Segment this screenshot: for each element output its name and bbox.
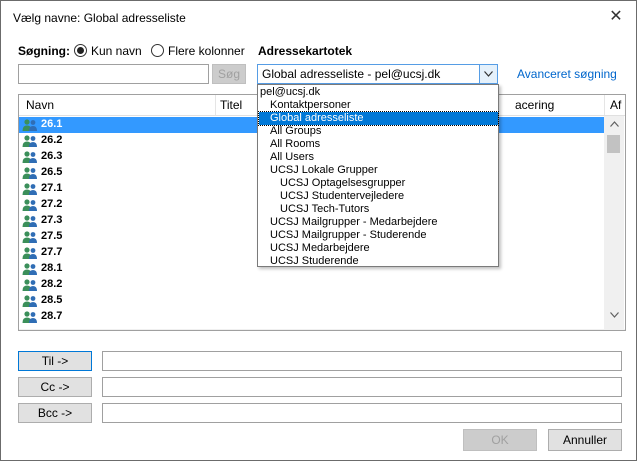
dropdown-item[interactable]: Global adresseliste (258, 111, 499, 126)
list-item-label: 26.2 (41, 134, 63, 146)
title-bar: Vælg navne: Global adresseliste ✕ (1, 1, 636, 35)
chevron-down-icon[interactable] (479, 65, 497, 83)
list-item[interactable]: 28.7 (19, 309, 604, 325)
dropdown-item[interactable]: UCSJ Studerende (259, 255, 498, 268)
radio-more-columns[interactable] (151, 44, 164, 57)
bcc-field[interactable] (102, 403, 622, 423)
dropdown-item[interactable]: UCSJ Mailgrupper - Medarbejdere (259, 216, 498, 229)
list-item-label: 28.7 (41, 310, 63, 322)
dropdown-item[interactable]: UCSJ Studentervejledere (259, 190, 498, 203)
cc-button[interactable]: Cc -> (18, 377, 92, 397)
dropdown-item[interactable]: UCSJ Lokale Grupper (259, 164, 498, 177)
group-icon (22, 198, 38, 212)
group-icon (22, 278, 38, 292)
list-item-label: 27.7 (41, 246, 63, 258)
scroll-down-icon[interactable] (604, 310, 624, 320)
radio-name-only[interactable] (74, 44, 87, 57)
search-label: Søgning: (18, 44, 70, 58)
dropdown-item[interactable]: UCSJ Optagelsesgrupper (259, 177, 498, 190)
vertical-scroll-thumb[interactable] (607, 135, 620, 153)
list-item-label: 28.2 (41, 278, 63, 290)
radio-more-columns-label[interactable]: Flere kolonner (168, 44, 245, 58)
group-icon (22, 134, 38, 148)
address-book-selected: Global adresseliste - pel@ucsj.dk (262, 67, 441, 81)
vertical-scrollbar[interactable] (604, 116, 624, 329)
column-separator[interactable] (215, 95, 216, 115)
dropdown-item[interactable]: UCSJ Tech-Tutors (259, 203, 498, 216)
radio-name-only-label[interactable]: Kun navn (91, 44, 142, 58)
group-icon (22, 246, 38, 260)
list-item-label: 26.3 (41, 150, 63, 162)
list-item-label: 26.1 (41, 118, 63, 130)
group-icon (22, 310, 38, 324)
cc-field[interactable] (102, 377, 622, 397)
to-field[interactable] (102, 351, 622, 371)
search-button[interactable]: Søg (212, 64, 246, 84)
window-title: Vælg navne: Global adresseliste (13, 11, 186, 25)
group-icon (22, 262, 38, 276)
advanced-search-link[interactable]: Avanceret søgning (517, 67, 617, 81)
dropdown-item[interactable]: UCSJ Mailgrupper - Studerende (259, 229, 498, 242)
group-icon (22, 182, 38, 196)
group-icon (22, 166, 38, 180)
group-icon (22, 118, 38, 132)
to-button[interactable]: Til -> (18, 351, 92, 371)
dropdown-item[interactable]: Kontaktpersoner (259, 99, 498, 112)
column-header-title[interactable]: Titel (220, 98, 242, 112)
dropdown-item[interactable]: UCSJ Medarbejdere (259, 242, 498, 255)
column-header-location[interactable]: acering (515, 98, 554, 112)
list-item-label: 27.3 (41, 214, 63, 226)
list-item-label: 28.5 (41, 294, 63, 306)
scroll-up-icon[interactable] (604, 119, 624, 129)
list-item-label: 27.1 (41, 182, 63, 194)
dropdown-item[interactable]: All Rooms (259, 138, 498, 151)
list-item[interactable]: 28.5 (19, 293, 604, 309)
list-item-label: 26.5 (41, 166, 63, 178)
dropdown-item[interactable]: pel@ucsj.dk (259, 86, 498, 99)
list-item-label: 27.2 (41, 198, 63, 210)
group-icon (22, 230, 38, 244)
dropdown-item[interactable]: All Groups (259, 125, 498, 138)
ok-button[interactable]: OK (463, 429, 537, 451)
address-book-dropdown[interactable]: pel@ucsj.dk Kontaktpersoner Global adresse… (257, 84, 499, 267)
column-separator[interactable] (604, 95, 605, 115)
horizontal-scrollbar[interactable] (19, 329, 625, 330)
select-names-dialog: Vælg navne: Global adresseliste ✕ Søgnin… (0, 0, 637, 461)
group-icon (22, 150, 38, 164)
address-book-select[interactable]: Global adresseliste - pel@ucsj.dk (257, 64, 498, 84)
list-item-label: 28.1 (41, 262, 63, 274)
list-item[interactable]: 28.2 (19, 277, 604, 293)
close-icon[interactable]: ✕ (604, 6, 628, 28)
column-header-name[interactable]: Navn (26, 98, 54, 112)
search-input[interactable] (18, 64, 209, 84)
list-item-label: 27.5 (41, 230, 63, 242)
bcc-button[interactable]: Bcc -> (18, 403, 92, 423)
column-header-department[interactable]: Af (610, 98, 621, 112)
dropdown-item[interactable]: All Users (259, 151, 498, 164)
group-icon (22, 214, 38, 228)
address-book-label: Adressekartotek (258, 44, 353, 58)
cancel-button[interactable]: Annuller (548, 429, 622, 451)
group-icon (22, 294, 38, 308)
